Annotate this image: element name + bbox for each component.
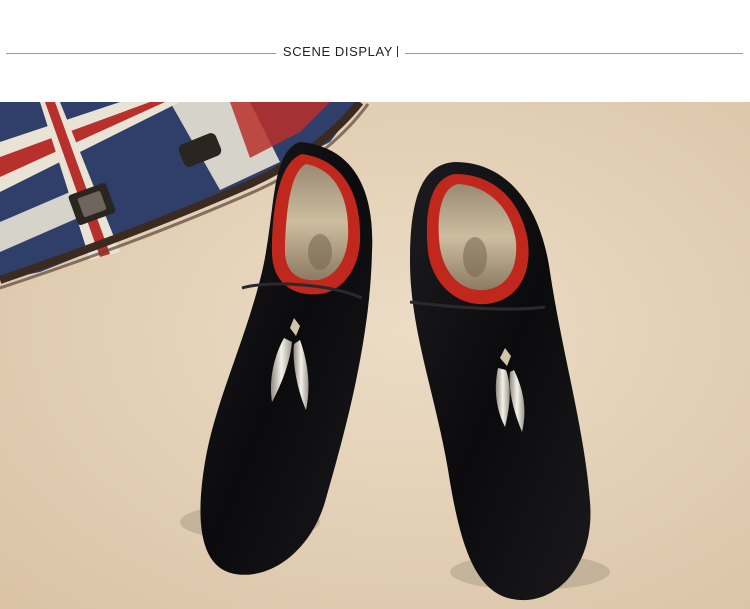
scene-illustration <box>0 102 750 609</box>
header-rule-left <box>6 53 276 54</box>
section-title-text: SCENE DISPLAY <box>282 44 394 59</box>
section-title: SCENE DISPLAY <box>278 44 403 59</box>
header-rule-right <box>405 53 743 54</box>
title-bar-mark <box>397 46 399 57</box>
product-scene-photo <box>0 102 750 609</box>
section-header: SCENE DISPLAY <box>0 0 750 102</box>
